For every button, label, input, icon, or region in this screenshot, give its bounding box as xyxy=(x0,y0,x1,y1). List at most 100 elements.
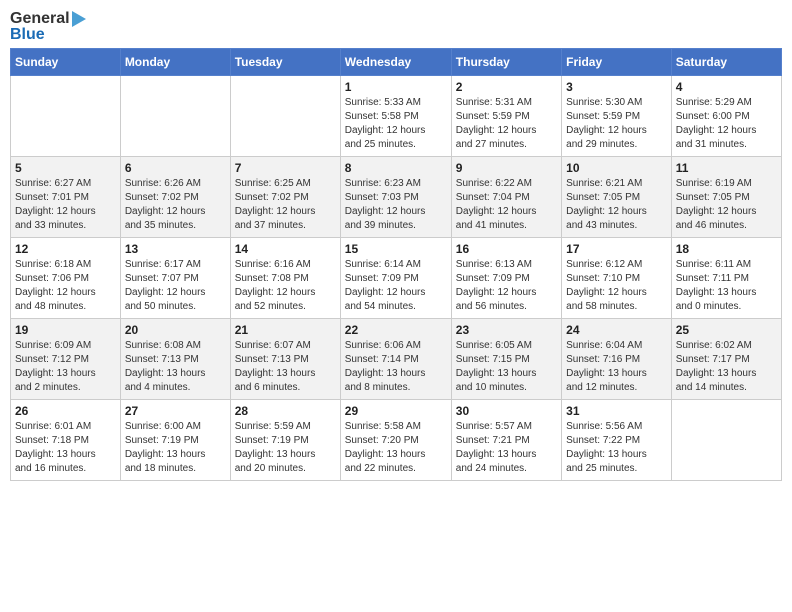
calendar-cell: 15 Sunrise: 6:14 AM Sunset: 7:09 PM Dayli… xyxy=(340,238,451,319)
calendar-week-row: 26 Sunrise: 6:01 AM Sunset: 7:18 PM Dayli… xyxy=(11,400,782,481)
day-number: 30 xyxy=(456,404,557,418)
page-header: General Blue xyxy=(10,10,782,44)
calendar-cell xyxy=(11,76,121,157)
calendar-cell: 21 Sunrise: 6:07 AM Sunset: 7:13 PM Dayli… xyxy=(230,319,340,400)
calendar-week-row: 12Sunrise: 6:18 AM Sunset: 7:06 PM Dayli… xyxy=(11,238,782,319)
calendar-cell: 17 Sunrise: 6:12 AM Sunset: 7:10 PM Dayli… xyxy=(562,238,672,319)
day-info: Sunrise: 6:26 AM Sunset: 7:02 PM Dayligh… xyxy=(125,177,226,233)
day-info: Sunrise: 6:09 AM Sunset: 7:12 PM Dayligh… xyxy=(15,339,116,395)
day-number: 20 xyxy=(125,323,226,337)
calendar-cell: 11 Sunrise: 6:19 AM Sunset: 7:05 PM Dayli… xyxy=(671,157,781,238)
calendar-week-row: 5 Sunrise: 6:27 AM Sunset: 7:01 PM Daylig… xyxy=(11,157,782,238)
day-number: 13 xyxy=(125,242,226,256)
calendar-cell: 6 Sunrise: 6:26 AM Sunset: 7:02 PM Daylig… xyxy=(120,157,230,238)
calendar-week-row: 1Sunrise: 5:33 AM Sunset: 5:58 PM Daylig… xyxy=(11,76,782,157)
calendar-cell: 8Sunrise: 6:23 AM Sunset: 7:03 PM Daylig… xyxy=(340,157,451,238)
calendar-cell xyxy=(671,400,781,481)
day-number: 11 xyxy=(676,161,777,175)
day-number: 22 xyxy=(345,323,447,337)
day-info: Sunrise: 6:14 AM Sunset: 7:09 PM Dayligh… xyxy=(345,258,447,314)
calendar-header-friday: Friday xyxy=(562,49,672,76)
calendar-cell: 10 Sunrise: 6:21 AM Sunset: 7:05 PM Dayli… xyxy=(562,157,672,238)
day-info: Sunrise: 6:01 AM Sunset: 7:18 PM Dayligh… xyxy=(15,420,116,476)
calendar-cell: 28 Sunrise: 5:59 AM Sunset: 7:19 PM Dayli… xyxy=(230,400,340,481)
day-number: 6 xyxy=(125,161,226,175)
calendar-cell xyxy=(230,76,340,157)
day-number: 7 xyxy=(235,161,336,175)
day-number: 25 xyxy=(676,323,777,337)
calendar-cell: 14 Sunrise: 6:16 AM Sunset: 7:08 PM Dayli… xyxy=(230,238,340,319)
day-info: Sunrise: 6:07 AM Sunset: 7:13 PM Dayligh… xyxy=(235,339,336,395)
calendar-cell: 23 Sunrise: 6:05 AM Sunset: 7:15 PM Dayli… xyxy=(451,319,561,400)
calendar-cell: 22 Sunrise: 6:06 AM Sunset: 7:14 PM Dayli… xyxy=(340,319,451,400)
day-number: 4 xyxy=(676,80,777,94)
day-info: Sunrise: 6:05 AM Sunset: 7:15 PM Dayligh… xyxy=(456,339,557,395)
day-info: Sunrise: 5:57 AM Sunset: 7:21 PM Dayligh… xyxy=(456,420,557,476)
day-info: Sunrise: 6:17 AM Sunset: 7:07 PM Dayligh… xyxy=(125,258,226,314)
day-number: 18 xyxy=(676,242,777,256)
day-info: Sunrise: 6:25 AM Sunset: 7:02 PM Dayligh… xyxy=(235,177,336,233)
day-number: 17 xyxy=(566,242,667,256)
day-info: Sunrise: 6:27 AM Sunset: 7:01 PM Dayligh… xyxy=(15,177,116,233)
day-info: Sunrise: 6:13 AM Sunset: 7:09 PM Dayligh… xyxy=(456,258,557,314)
day-number: 26 xyxy=(15,404,116,418)
calendar-cell: 12Sunrise: 6:18 AM Sunset: 7:06 PM Dayli… xyxy=(11,238,121,319)
calendar-cell: 9 Sunrise: 6:22 AM Sunset: 7:04 PM Daylig… xyxy=(451,157,561,238)
day-number: 21 xyxy=(235,323,336,337)
calendar-cell: 31Sunrise: 5:56 AM Sunset: 7:22 PM Dayli… xyxy=(562,400,672,481)
day-number: 10 xyxy=(566,161,667,175)
calendar-cell: 20 Sunrise: 6:08 AM Sunset: 7:13 PM Dayli… xyxy=(120,319,230,400)
day-info: Sunrise: 5:31 AM Sunset: 5:59 PM Dayligh… xyxy=(456,96,557,152)
logo-arrow-icon xyxy=(72,11,86,27)
day-info: Sunrise: 6:23 AM Sunset: 7:03 PM Dayligh… xyxy=(345,177,447,233)
day-info: Sunrise: 6:11 AM Sunset: 7:11 PM Dayligh… xyxy=(676,258,777,314)
calendar-header-saturday: Saturday xyxy=(671,49,781,76)
calendar-cell xyxy=(120,76,230,157)
day-number: 16 xyxy=(456,242,557,256)
day-number: 5 xyxy=(15,161,116,175)
calendar-table: SundayMondayTuesdayWednesdayThursdayFrid… xyxy=(10,48,782,481)
calendar-cell: 30 Sunrise: 5:57 AM Sunset: 7:21 PM Dayli… xyxy=(451,400,561,481)
day-info: Sunrise: 6:02 AM Sunset: 7:17 PM Dayligh… xyxy=(676,339,777,395)
day-number: 3 xyxy=(566,80,667,94)
calendar-cell: 24 Sunrise: 6:04 AM Sunset: 7:16 PM Dayli… xyxy=(562,319,672,400)
day-info: Sunrise: 6:22 AM Sunset: 7:04 PM Dayligh… xyxy=(456,177,557,233)
day-info: Sunrise: 5:30 AM Sunset: 5:59 PM Dayligh… xyxy=(566,96,667,152)
day-info: Sunrise: 6:00 AM Sunset: 7:19 PM Dayligh… xyxy=(125,420,226,476)
day-info: Sunrise: 6:08 AM Sunset: 7:13 PM Dayligh… xyxy=(125,339,226,395)
day-number: 23 xyxy=(456,323,557,337)
day-number: 31 xyxy=(566,404,667,418)
calendar-cell: 2Sunrise: 5:31 AM Sunset: 5:59 PM Daylig… xyxy=(451,76,561,157)
day-number: 28 xyxy=(235,404,336,418)
calendar-header-sunday: Sunday xyxy=(11,49,121,76)
day-number: 24 xyxy=(566,323,667,337)
calendar-cell: 29Sunrise: 5:58 AM Sunset: 7:20 PM Dayli… xyxy=(340,400,451,481)
day-number: 19 xyxy=(15,323,116,337)
day-info: Sunrise: 5:59 AM Sunset: 7:19 PM Dayligh… xyxy=(235,420,336,476)
logo-blue-text: Blue xyxy=(10,26,45,44)
day-info: Sunrise: 6:19 AM Sunset: 7:05 PM Dayligh… xyxy=(676,177,777,233)
day-info: Sunrise: 6:06 AM Sunset: 7:14 PM Dayligh… xyxy=(345,339,447,395)
day-info: Sunrise: 6:21 AM Sunset: 7:05 PM Dayligh… xyxy=(566,177,667,233)
day-number: 27 xyxy=(125,404,226,418)
day-info: Sunrise: 5:29 AM Sunset: 6:00 PM Dayligh… xyxy=(676,96,777,152)
day-number: 15 xyxy=(345,242,447,256)
day-number: 29 xyxy=(345,404,447,418)
day-info: Sunrise: 6:04 AM Sunset: 7:16 PM Dayligh… xyxy=(566,339,667,395)
calendar-cell: 27 Sunrise: 6:00 AM Sunset: 7:19 PM Dayli… xyxy=(120,400,230,481)
day-info: Sunrise: 6:16 AM Sunset: 7:08 PM Dayligh… xyxy=(235,258,336,314)
calendar-cell: 26 Sunrise: 6:01 AM Sunset: 7:18 PM Dayli… xyxy=(11,400,121,481)
logo: General Blue xyxy=(10,10,86,44)
day-info: Sunrise: 6:12 AM Sunset: 7:10 PM Dayligh… xyxy=(566,258,667,314)
day-info: Sunrise: 5:33 AM Sunset: 5:58 PM Dayligh… xyxy=(345,96,447,152)
day-number: 9 xyxy=(456,161,557,175)
calendar-cell: 18 Sunrise: 6:11 AM Sunset: 7:11 PM Dayli… xyxy=(671,238,781,319)
calendar-cell: 19 Sunrise: 6:09 AM Sunset: 7:12 PM Dayli… xyxy=(11,319,121,400)
calendar-cell: 16 Sunrise: 6:13 AM Sunset: 7:09 PM Dayli… xyxy=(451,238,561,319)
calendar-cell: 4 Sunrise: 5:29 AM Sunset: 6:00 PM Daylig… xyxy=(671,76,781,157)
calendar-cell: 7 Sunrise: 6:25 AM Sunset: 7:02 PM Daylig… xyxy=(230,157,340,238)
calendar-header-monday: Monday xyxy=(120,49,230,76)
calendar-header-wednesday: Wednesday xyxy=(340,49,451,76)
calendar-cell: 3 Sunrise: 5:30 AM Sunset: 5:59 PM Daylig… xyxy=(562,76,672,157)
day-number: 14 xyxy=(235,242,336,256)
